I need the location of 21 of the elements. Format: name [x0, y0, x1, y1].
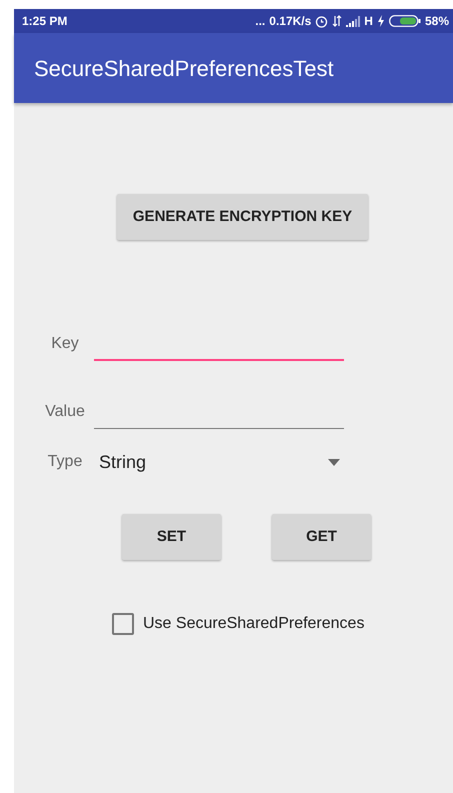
field-label: Value — [44, 402, 86, 422]
action-button[interactable]: SET — [122, 514, 221, 560]
more-notifications: ... — [255, 13, 266, 30]
data-arrows-icon — [332, 15, 342, 27]
field-label: Key — [50, 334, 80, 354]
action-button[interactable]: GET — [272, 514, 371, 560]
signal-icon — [346, 16, 360, 26]
dropdown-arrow-icon — [328, 458, 340, 466]
alarm-icon — [315, 14, 328, 28]
charging-bolt-icon — [376, 15, 385, 27]
generate-key-button[interactable]: GENERATE ENCRYPTION KEY — [117, 194, 368, 240]
type-dropdown[interactable]: String — [94, 445, 344, 479]
type-label: Type — [46, 452, 84, 472]
battery-percent: 58% — [424, 13, 449, 30]
checkbox-label[interactable]: Use SecureSharedPreferences — [143, 612, 364, 636]
network-type: H — [364, 13, 373, 30]
app-title: SecureSharedPreferencesTest — [34, 54, 334, 82]
checkbox[interactable] — [112, 613, 134, 635]
clock-time: 1:25 PM — [22, 13, 68, 30]
battery-icon — [388, 15, 421, 27]
network-speed: 0.17K/s — [269, 13, 312, 30]
